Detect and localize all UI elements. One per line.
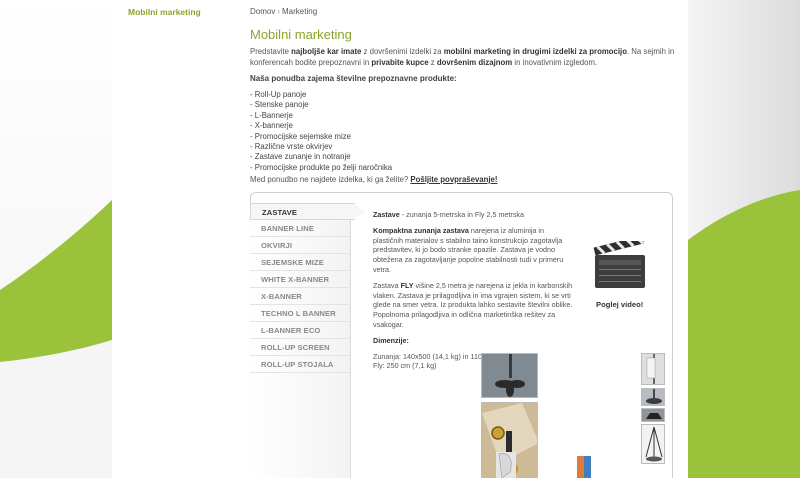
dimensions-label-text: Dimenzije: — [373, 335, 409, 345]
tab-sejemske-mize[interactable]: SEJEMSKE MIZE — [250, 254, 351, 271]
product-list-item: - Promocijske produkte po želji naročnik… — [250, 162, 393, 172]
product-paragraph-1: Kompaktna zunanja zastava narejena iz al… — [373, 226, 573, 275]
flag-detail-icon — [646, 389, 662, 404]
product-list-item: - Stenske panoje — [250, 100, 309, 110]
breadcrumb: Domov › Marketing — [250, 7, 317, 16]
breadcrumb-home-link[interactable]: Domov — [250, 7, 275, 16]
dimensions-label: Dimenzije: — [373, 336, 573, 346]
paragraph-bold: FLY — [400, 280, 414, 290]
tab-zastave[interactable]: ZASTAVE — [250, 203, 364, 220]
tab-techno-l-banner[interactable]: TECHNO L BANNER — [250, 305, 351, 322]
intro-text: in inovativnim izgledom. — [512, 58, 598, 67]
tab-roll-up-stojala[interactable]: ROLL-UP STOJALA — [250, 356, 351, 373]
product-name: Zastave — [373, 210, 400, 219]
flag-thumbnail-4[interactable] — [641, 424, 665, 464]
product-list-item: - X-bannerje — [250, 121, 293, 131]
right-background — [688, 0, 800, 478]
product-list: - Roll-Up panoje - Stenske panoje - L-Ba… — [250, 90, 392, 173]
intro-bold: privabite kupce — [371, 58, 429, 67]
flag-base-icon — [495, 354, 525, 397]
flag-base-small-icon — [646, 413, 662, 419]
product-subtitle: - zunanja 5-metrska in Fly 2,5 metrska — [399, 210, 525, 219]
tab-white-x-banner[interactable]: WHITE X-BANNER — [250, 271, 351, 288]
product-heading: Zastave - zunanja 5-metrska in Fly 2,5 m… — [373, 210, 573, 220]
flag-thumbnail-3[interactable] — [641, 408, 665, 422]
product-list-item: - L-Bannerje — [250, 110, 293, 120]
intro-bold: najboljše kar imate — [291, 47, 362, 56]
intro-bold: mobilni marketing in drugimi izdelki za … — [443, 47, 627, 56]
product-list-item: - Promocijske sejemske mize — [250, 131, 351, 141]
flag-base-thumbnail[interactable] — [481, 353, 538, 398]
flag-color-icon — [577, 456, 591, 478]
inquiry-link[interactable]: Pošljite povpraševanje! — [410, 175, 497, 184]
products-subheading: Naša ponudba zajema številne prepoznavne… — [250, 74, 457, 83]
intro-bold: dovršenim dizajnom — [436, 58, 513, 67]
intro-text: z — [428, 58, 437, 67]
tab-banner-line[interactable]: BANNER LINE — [250, 220, 351, 237]
flag-color-thumbnail[interactable] — [577, 456, 591, 478]
product-tabs: ZASTAVE BANNER LINE OKVIRJI SEJEMSKE MIZ… — [250, 203, 364, 478]
tab-l-banner-eco[interactable]: L-BANNER ECO — [250, 322, 351, 339]
inquiry-line: Med ponudbo ne najdete izdelka, ki ga že… — [250, 175, 498, 184]
video-clapperboard-icon[interactable] — [593, 241, 648, 291]
tab-okvirji[interactable]: OKVIRJI — [250, 237, 351, 254]
product-list-item: - Roll-Up panoje — [250, 90, 307, 99]
breadcrumb-separator: › — [277, 7, 281, 16]
product-list-item: - Različne vrste okvirjev — [250, 142, 333, 152]
dimensions-value: Fly: 250 cm (7,1 kg) — [373, 361, 437, 371]
flag-tripod-icon — [645, 426, 663, 462]
video-link[interactable]: Poglej video! — [596, 300, 643, 309]
product-paragraph-2: Zastava FLY višine 2,5 metra je narejena… — [373, 281, 573, 330]
flag-thumbnail-1[interactable] — [641, 353, 665, 385]
paragraph-bold: Kompaktna zunanja zastava — [373, 225, 469, 235]
product-list-item: - Zastave zunanje in notranje — [250, 152, 351, 162]
product-description: Zastave - zunanja 5-metrska in Fly 2,5 m… — [373, 210, 573, 371]
tab-x-banner[interactable]: X-BANNER — [250, 288, 351, 305]
flag-pole-icon — [646, 354, 656, 384]
page-title: Mobilni marketing — [250, 27, 352, 42]
sidebar-title[interactable]: Mobilni marketing — [128, 7, 201, 17]
flag-shape-icon — [498, 453, 512, 478]
left-background — [0, 0, 112, 478]
breadcrumb-current: Marketing — [282, 7, 318, 16]
intro-text: z dovršenimi izdelki za — [361, 47, 444, 56]
tab-roll-up-screen[interactable]: ROLL-UP SCREEN — [250, 339, 351, 356]
intro-text: Predstavite — [250, 47, 292, 56]
intro-paragraph: Predstavite najboljše kar imate z dovrše… — [250, 46, 675, 68]
flag-thumbnail-2[interactable] — [641, 388, 665, 406]
dimensions-value: Zunanja: 140x500 (14,1 kg) in 110x330 (1… — [373, 351, 528, 361]
paragraph-text: Zastava — [373, 280, 401, 290]
inquiry-text: Med ponudbo ne najdete izdelka, ki ga že… — [250, 175, 409, 184]
flag-shape-thumbnail[interactable] — [496, 452, 516, 478]
